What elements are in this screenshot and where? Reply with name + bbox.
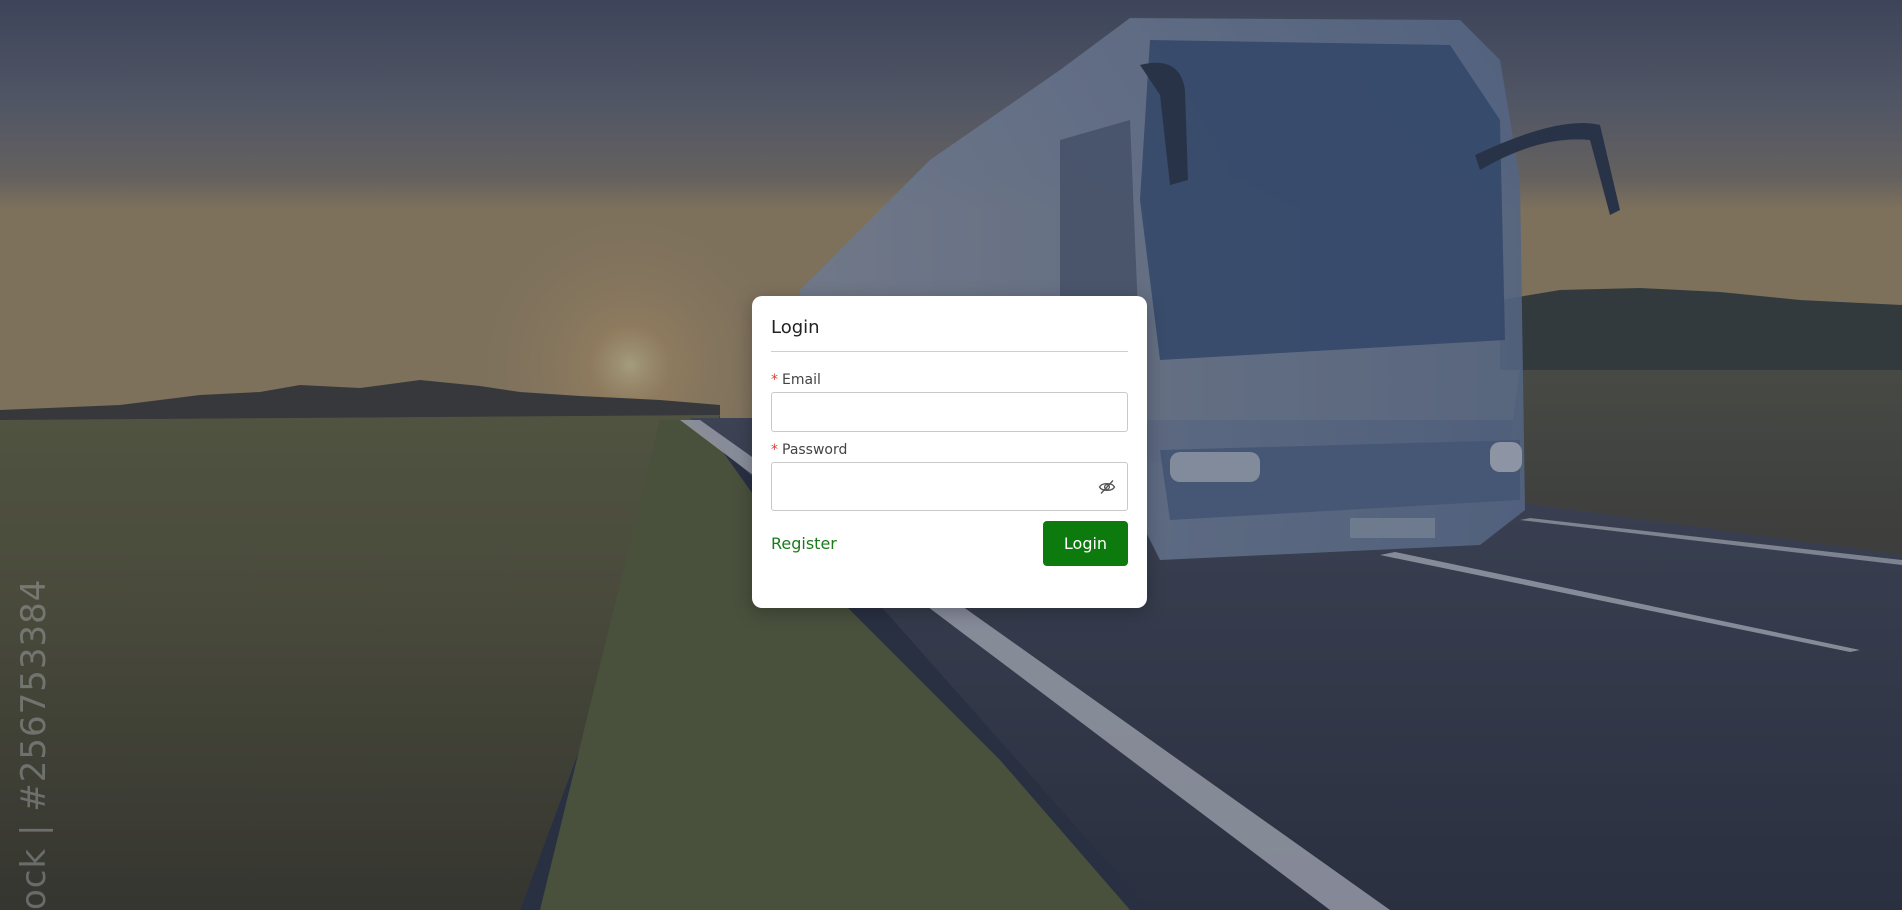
email-label-text: Email [782, 372, 821, 388]
login-title: Login [771, 314, 1128, 352]
password-field-wrapper [771, 462, 1128, 511]
login-card: Login * Email * Password Register Login [752, 296, 1147, 608]
stock-watermark: ock | #256753384 [14, 578, 54, 910]
login-button[interactable]: Login [1043, 521, 1128, 566]
email-field[interactable] [771, 392, 1128, 432]
password-field[interactable] [771, 462, 1128, 511]
email-label: * Email [771, 371, 1128, 389]
password-label-text: Password [782, 442, 848, 458]
required-marker: * [771, 372, 778, 388]
password-label: * Password [771, 441, 1128, 459]
eye-off-icon[interactable] [1098, 478, 1116, 496]
required-marker: * [771, 442, 778, 458]
form-actions: Register Login [771, 521, 1128, 566]
register-link[interactable]: Register [771, 534, 837, 553]
email-field-wrapper [771, 392, 1128, 432]
